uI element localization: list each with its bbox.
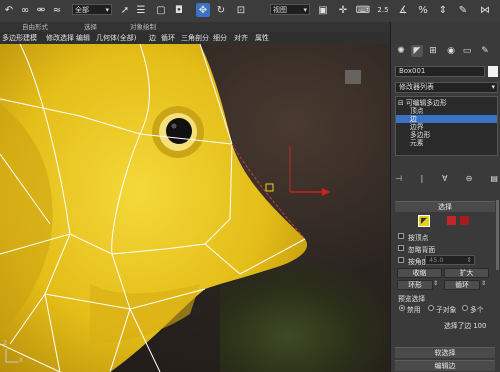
- show-end-result-icon[interactable]: ∣: [420, 174, 424, 186]
- object-color-swatch[interactable]: [488, 66, 498, 77]
- preview-multiple-radio[interactable]: [462, 305, 468, 311]
- menu-geometry-all[interactable]: 几何体(全部): [96, 32, 136, 44]
- axis-z-label: Z: [3, 340, 8, 347]
- rotate-icon[interactable]: ↻: [214, 3, 228, 17]
- display-tab-icon[interactable]: ▭: [461, 45, 473, 57]
- bind-space-warp-icon[interactable]: ≈: [50, 3, 64, 17]
- grow-button[interactable]: 扩大: [444, 268, 489, 278]
- select-by-name-icon[interactable]: ☰: [134, 3, 148, 17]
- remove-modifier-icon[interactable]: ⊖: [466, 174, 473, 186]
- percent-snap-icon[interactable]: %: [416, 3, 430, 17]
- menu-subdivision[interactable]: 细分: [213, 32, 227, 44]
- loop-button[interactable]: 循环: [444, 280, 480, 290]
- edit-named-selection-icon[interactable]: ✎: [456, 3, 470, 17]
- link-icon[interactable]: ∞: [18, 3, 32, 17]
- preview-disabled-label: 禁用: [407, 306, 421, 314]
- stack-item-element[interactable]: 元素: [396, 139, 497, 147]
- angle-spinner-field[interactable]: 45.0 ⇕: [425, 255, 475, 265]
- preview-selection-label: 预览选择: [398, 295, 426, 303]
- undo-icon[interactable]: ↶: [2, 3, 16, 17]
- stack-item-border[interactable]: 边界: [396, 123, 497, 131]
- window-crossing-icon[interactable]: ◘: [172, 3, 186, 17]
- move-gizmo[interactable]: [265, 146, 330, 196]
- preview-subobject-label: 子对象: [436, 306, 457, 314]
- collapse-icon: ⊟: [398, 99, 404, 107]
- preview-subobject-radio[interactable]: [428, 305, 434, 311]
- loop-spinner-icon[interactable]: ⇕: [481, 280, 487, 290]
- motion-tab-icon[interactable]: ◉: [445, 45, 457, 57]
- menu-modify-selection[interactable]: 修改选择: [46, 32, 74, 44]
- menu-triangulation[interactable]: 三角剖分: [181, 32, 209, 44]
- ribbon-tabs: 自由形式 选择 对象绘制: [0, 22, 390, 32]
- ring-spinner-icon[interactable]: ⇕: [433, 280, 439, 290]
- selection-status-text: 选择了边 100: [444, 322, 487, 330]
- stack-toolbar: ⊣ ∣ ∀ ⊖ ▤: [395, 174, 498, 186]
- keyboard-shortcut-icon[interactable]: ⌨: [356, 3, 370, 17]
- perspective-viewport[interactable]: Z X: [0, 44, 390, 372]
- angle-snap-icon[interactable]: ∡: [396, 3, 410, 17]
- select-manipulate-icon[interactable]: ✛: [336, 3, 350, 17]
- preview-multiple-label: 多个: [470, 306, 484, 314]
- fish-scene: [0, 44, 361, 372]
- shrink-button[interactable]: 收缩: [397, 268, 442, 278]
- spinner-icon[interactable]: ⇕: [467, 256, 472, 264]
- menu-loops[interactable]: 循环: [161, 32, 175, 44]
- create-tab-icon[interactable]: ✺: [395, 45, 407, 57]
- modifier-list-dropdown[interactable]: 修改器列表 ▾: [395, 82, 498, 93]
- select-object-icon[interactable]: ➚: [118, 3, 132, 17]
- utilities-tab-icon[interactable]: ✎: [479, 45, 491, 57]
- menu-align[interactable]: 对齐: [234, 32, 248, 44]
- rect-region-icon[interactable]: ▢: [154, 3, 168, 17]
- polygon-mode-icon[interactable]: [447, 216, 456, 225]
- ribbon-tab-selection[interactable]: 选择: [84, 22, 97, 32]
- stack-item-editable-poly[interactable]: ⊟ 可编辑多边形: [396, 99, 497, 107]
- scale-icon[interactable]: ⊡: [234, 3, 248, 17]
- soft-selection-rollout-header[interactable]: 软选择: [395, 347, 495, 358]
- ignore-backfacing-checkbox[interactable]: [398, 245, 404, 251]
- by-vertex-label: 按顶点: [408, 234, 429, 242]
- menu-properties[interactable]: 属性: [255, 32, 269, 44]
- modifier-stack: ⊟ 可编辑多边形 顶点 边 边界 多边形 元素: [395, 96, 498, 156]
- pin-stack-icon[interactable]: ⊣: [395, 174, 402, 186]
- edge-mode-icon[interactable]: ◤: [418, 215, 430, 227]
- ring-button[interactable]: 环形: [397, 280, 433, 290]
- unlink-icon[interactable]: ⚮: [34, 3, 48, 17]
- pivot-icon[interactable]: ▣: [316, 3, 330, 17]
- preview-disabled-radio[interactable]: [399, 305, 405, 311]
- snap-toggle-icon[interactable]: 2.5: [376, 3, 390, 17]
- axis-x-label: X: [19, 357, 24, 364]
- ribbon-tab-freeform[interactable]: 自由形式: [22, 22, 48, 32]
- stack-item-edge[interactable]: 边: [396, 115, 497, 123]
- object-name-field[interactable]: Box001: [395, 66, 485, 77]
- viewcube[interactable]: [345, 70, 361, 84]
- stack-item-polygon[interactable]: 多边形: [396, 131, 497, 139]
- fish-eye-highlight: [171, 123, 177, 129]
- main-toolbar: ↶ ∞ ⚮ ≈ 全部 ➚ ☰ ▢ ◘ ✥ ↻ ⊡ 视图 ▣ ✛ ⌨ 2.5 ∡ …: [0, 0, 500, 23]
- stack-item-vertex[interactable]: 顶点: [396, 107, 497, 115]
- modify-tab-icon[interactable]: ◤: [411, 45, 423, 57]
- configure-sets-icon[interactable]: ▤: [490, 174, 498, 186]
- reference-coordinate-select[interactable]: 视图: [270, 4, 310, 16]
- by-vertex-checkbox[interactable]: [398, 233, 404, 239]
- fish-eye: [166, 118, 192, 144]
- menu-edit[interactable]: 编辑: [76, 32, 90, 44]
- chevron-down-icon: ▾: [491, 83, 495, 91]
- make-unique-icon[interactable]: ∀: [442, 174, 447, 186]
- spinner-snap-icon[interactable]: ⇕: [436, 3, 450, 17]
- by-angle-checkbox[interactable]: [398, 257, 404, 263]
- selection-rollout-header[interactable]: 选择: [395, 201, 495, 212]
- ribbon-tab-object-paint[interactable]: 对象绘制: [130, 22, 156, 32]
- move-icon[interactable]: ✥: [196, 3, 210, 17]
- ignore-backfacing-label: 忽略背面: [408, 246, 436, 254]
- menu-edges[interactable]: 边: [149, 32, 156, 44]
- selection-filter-select[interactable]: 全部: [72, 4, 112, 16]
- element-mode-icon[interactable]: [460, 216, 469, 225]
- hierarchy-tab-icon[interactable]: ⊞: [427, 45, 439, 57]
- panel-scrollbar[interactable]: [496, 200, 499, 270]
- edit-edges-rollout-header[interactable]: 编辑边: [395, 360, 495, 371]
- menu-poly-modeling[interactable]: 多边形建模: [2, 32, 37, 44]
- mirror-icon[interactable]: ⋈: [478, 3, 492, 17]
